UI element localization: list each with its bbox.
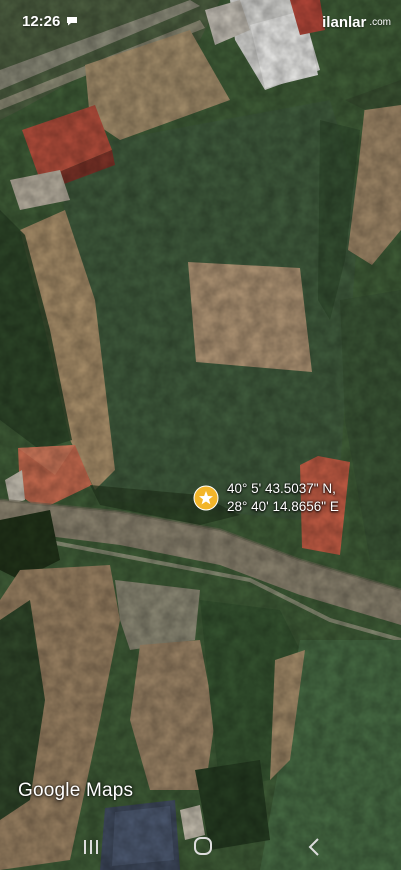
status-time: 12:26 (22, 13, 61, 30)
star-pin-icon[interactable] (193, 485, 219, 511)
latitude-text: 40° 5' 43.5037" N, (227, 481, 336, 496)
google-maps-attribution: Google Maps (18, 780, 134, 801)
home-icon[interactable] (190, 836, 216, 858)
recents-icon[interactable] (78, 836, 104, 858)
watermark-brand: ilanlar (322, 14, 367, 31)
watermark-domain: .com (369, 17, 391, 28)
chat-bubble-icon (67, 17, 77, 26)
longitude-text: 28° 40' 14.8656" E (227, 499, 339, 514)
watermark-logo: ilanlar .com (322, 14, 391, 31)
coordinates-label: 40° 5' 43.5037" N, 28° 40' 14.8656" E (227, 480, 339, 516)
navigation-bar (0, 820, 401, 870)
status-bar: 12:26 ilanlar .com (0, 0, 401, 44)
back-icon[interactable] (302, 836, 328, 858)
satellite-map[interactable] (0, 0, 401, 870)
